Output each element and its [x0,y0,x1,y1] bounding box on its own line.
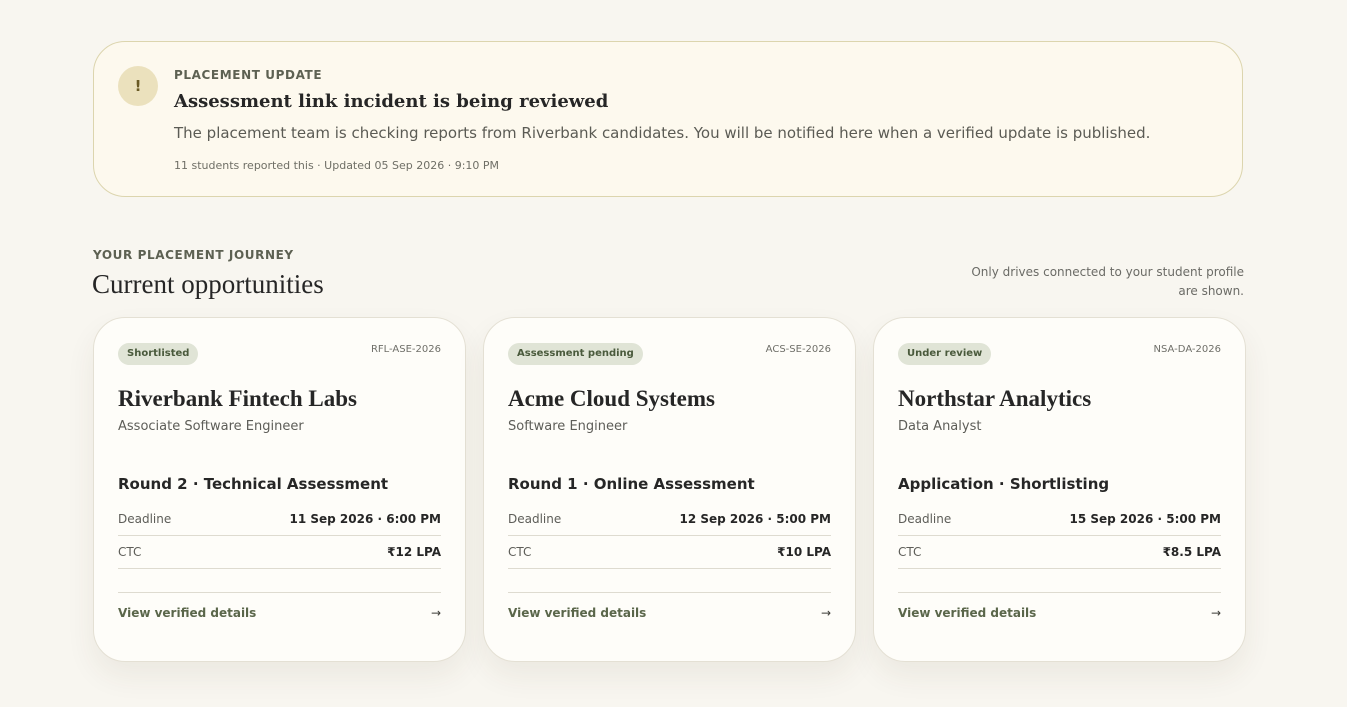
alert-eyebrow: PLACEMENT UPDATE [174,68,323,82]
deadline-value: 11 Sep 2026 · 6:00 PM [289,511,442,526]
drive-code: RFL-ASE-2026 [370,344,441,355]
placement-update-alert: ! PLACEMENT UPDATE Assessment link incid… [93,41,1243,197]
ctc-value: ₹12 LPA [387,544,441,559]
job-role: Software Engineer [508,419,628,434]
deadline-value: 15 Sep 2026 · 5:00 PM [1069,511,1222,526]
arrow-right-icon[interactable]: → [1211,606,1221,620]
status-badge: Under review [898,343,992,365]
status-badge: Assessment pending [508,343,643,365]
current-stage: Round 2 · Technical Assessment [118,475,389,493]
job-role: Data Analyst [898,419,982,434]
arrow-right-icon[interactable]: → [821,606,831,620]
section-note: Only drives connected to your student pr… [971,265,1244,298]
drive-code: ACS-SE-2026 [765,344,831,355]
view-details-link[interactable]: View verified details → [508,592,831,633]
company-name: Riverbank Fintech Labs [118,386,357,411]
deadline-row: Deadline 11 Sep 2026 · 6:00 PM [118,502,441,536]
ctc-value: ₹10 LPA [777,544,831,559]
deadline-value: 12 Sep 2026 · 5:00 PM [679,511,832,526]
deadline-label: Deadline [898,511,952,526]
alert-meta: 11 students reported this · Updated 05 S… [174,159,500,172]
view-details-label[interactable]: View verified details [118,606,256,620]
opportunity-cards: Shortlisted RFL-ASE-2026 Riverbank Finte… [93,317,1246,662]
ctc-value: ₹8.5 LPA [1162,544,1221,559]
view-details-link[interactable]: View verified details → [118,592,441,633]
section-title: Current opportunities [92,269,324,299]
current-stage: Application · Shortlisting [898,475,1110,493]
ctc-row: CTC ₹12 LPA [118,535,441,569]
view-details-label[interactable]: View verified details [508,606,646,620]
deadline-label: Deadline [118,511,172,526]
opportunity-card-riverbank: Shortlisted RFL-ASE-2026 Riverbank Finte… [93,317,466,662]
status-badge: Shortlisted [118,343,199,365]
job-role: Associate Software Engineer [118,419,304,434]
page: ! PLACEMENT UPDATE Assessment link incid… [0,0,1347,707]
section-eyebrow: YOUR PLACEMENT JOURNEY [93,248,294,262]
alert-message: The placement team is checking reports f… [174,124,1151,142]
deadline-row: Deadline 15 Sep 2026 · 5:00 PM [898,502,1221,536]
opportunity-card-acme: Assessment pending ACS-SE-2026 Acme Clou… [483,317,856,662]
ctc-row: CTC ₹10 LPA [508,535,831,569]
view-details-link[interactable]: View verified details → [898,592,1221,633]
company-name: Northstar Analytics [898,386,1092,411]
ctc-row: CTC ₹8.5 LPA [898,535,1221,569]
company-name: Acme Cloud Systems [508,386,715,411]
opportunity-card-northstar: Under review NSA-DA-2026 Northstar Analy… [873,317,1246,662]
alert-title: Assessment link incident is being review… [174,91,609,112]
arrow-right-icon[interactable]: → [431,606,441,620]
exclamation-icon: ! [118,66,158,106]
deadline-label: Deadline [508,511,562,526]
drive-code: NSA-DA-2026 [1153,344,1221,355]
deadline-row: Deadline 12 Sep 2026 · 5:00 PM [508,502,831,536]
current-stage: Round 1 · Online Assessment [508,475,755,493]
view-details-label[interactable]: View verified details [898,606,1036,620]
ctc-label: CTC [898,544,922,559]
ctc-label: CTC [508,544,532,559]
ctc-label: CTC [118,544,142,559]
